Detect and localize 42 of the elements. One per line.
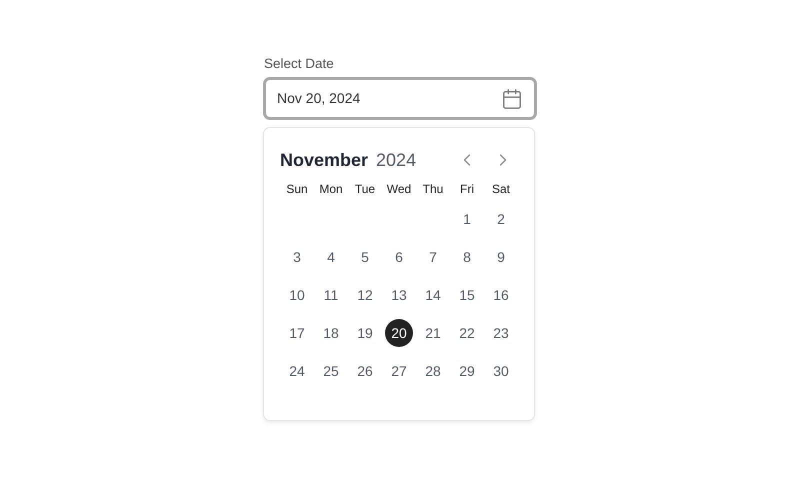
calendar-day[interactable]: 3 <box>283 243 311 271</box>
calendar-day[interactable]: 4 <box>317 243 345 271</box>
calendar-day[interactable]: 8 <box>453 243 481 271</box>
calendar-day[interactable]: 18 <box>317 319 345 347</box>
calendar-day[interactable]: 17 <box>283 319 311 347</box>
calendar-day[interactable]: 21 <box>419 319 447 347</box>
calendar-day[interactable]: 26 <box>351 357 379 385</box>
calendar-day[interactable]: 28 <box>419 357 447 385</box>
calendar-day[interactable]: 15 <box>453 281 481 309</box>
calendar-day[interactable]: 14 <box>419 281 447 309</box>
calendar-icon[interactable] <box>501 88 523 110</box>
weekday-header: Fri <box>459 181 475 197</box>
weekday-header: Sun <box>285 181 309 197</box>
calendar-day[interactable]: 22 <box>453 319 481 347</box>
weekday-header: Wed <box>386 181 412 197</box>
calendar-day[interactable]: 6 <box>385 243 413 271</box>
calendar-day[interactable]: 20 <box>385 319 413 347</box>
calendar-day[interactable]: 9 <box>487 243 515 271</box>
calendar-day[interactable]: 16 <box>487 281 515 309</box>
month-title: November <box>280 148 368 172</box>
calendar-day[interactable]: 25 <box>317 357 345 385</box>
weekday-header: Thu <box>422 181 444 197</box>
calendar-day[interactable]: 30 <box>487 357 515 385</box>
calendar-day[interactable]: 7 <box>419 243 447 271</box>
field-label: Select Date <box>264 56 335 72</box>
calendar-day[interactable]: 23 <box>487 319 515 347</box>
calendar-day[interactable]: 12 <box>351 281 379 309</box>
weekday-header: Tue <box>354 181 376 197</box>
calendar-day[interactable]: 24 <box>283 357 311 385</box>
calendar-day[interactable]: 2 <box>487 205 515 233</box>
weekday-header: Mon <box>318 181 344 197</box>
calendar-day[interactable]: 11 <box>317 281 345 309</box>
date-field[interactable]: Nov 20, 2024 <box>263 77 537 120</box>
calendar-day[interactable]: 13 <box>385 281 413 309</box>
calendar-day[interactable]: 27 <box>385 357 413 385</box>
calendar-day[interactable]: 29 <box>453 357 481 385</box>
calendar-day[interactable]: 5 <box>351 243 379 271</box>
weekday-header: Sat <box>490 181 511 197</box>
calendar-day[interactable]: 19 <box>351 319 379 347</box>
calendar-day[interactable]: 10 <box>283 281 311 309</box>
year-title: 2024 <box>376 148 416 172</box>
calendar-day[interactable]: 1 <box>453 205 481 233</box>
